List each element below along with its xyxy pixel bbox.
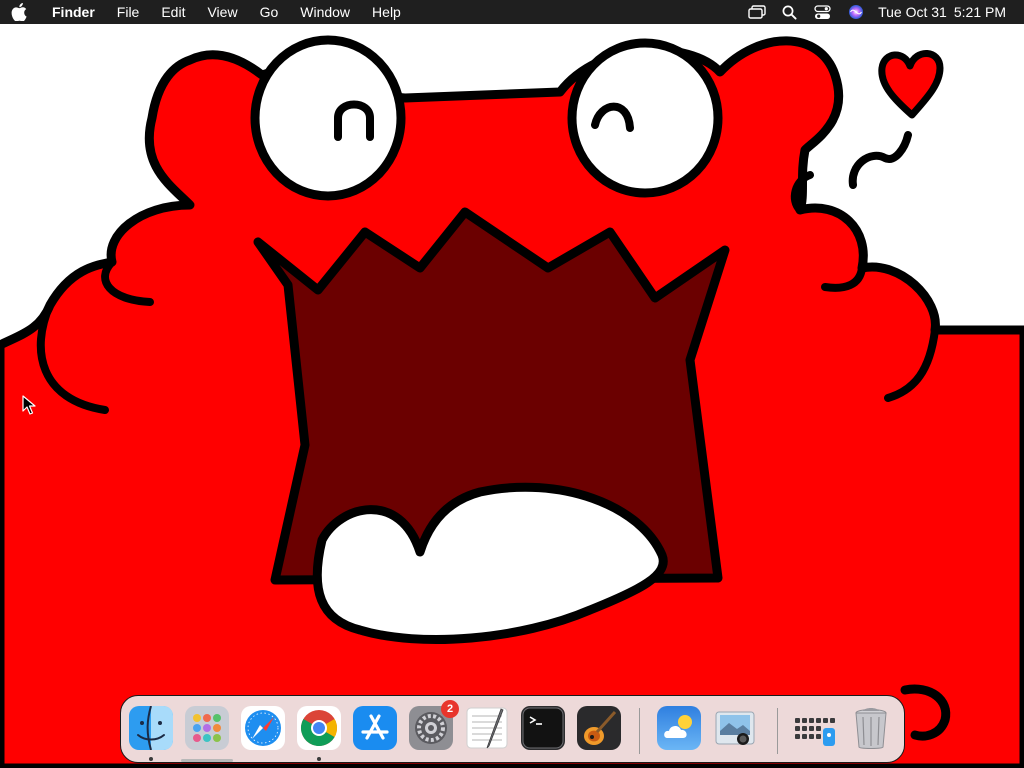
settings-badge: 2	[441, 700, 459, 718]
menu-bar: Finder File Edit View Go Window Help Tue…	[0, 0, 1024, 24]
launchpad-icon[interactable]	[185, 706, 229, 750]
menu-bar-right: Tue Oct 31 5:21 PM	[740, 0, 1024, 24]
chrome-running-indicator	[317, 757, 321, 761]
menu-view[interactable]: View	[196, 0, 248, 24]
menu-file[interactable]: File	[106, 0, 151, 24]
monster-left-eye	[250, 35, 406, 201]
safari-icon[interactable]	[241, 706, 285, 750]
trash-icon[interactable]	[849, 706, 893, 750]
textedit-icon[interactable]	[465, 706, 509, 750]
menu-app-finder[interactable]: Finder	[38, 0, 106, 24]
dock-scroll-indicator	[181, 759, 233, 762]
finder-icon[interactable]	[129, 706, 173, 750]
menu-clock[interactable]: Tue Oct 31 5:21 PM	[878, 4, 1006, 20]
dock: 2	[120, 695, 905, 763]
mouse-pointer-icon	[22, 395, 36, 415]
settings-gear-icon[interactable]: 2	[409, 700, 459, 750]
chrome-icon[interactable]	[297, 706, 341, 750]
menu-help[interactable]: Help	[361, 0, 412, 24]
garageband-guitar-icon[interactable]	[577, 706, 621, 750]
desktop-wallpaper	[0, 24, 1024, 768]
menu-go[interactable]: Go	[249, 0, 290, 24]
clock-time: 5:21 PM	[953, 4, 1006, 20]
terminal-icon[interactable]	[521, 706, 565, 750]
weather-icon[interactable]	[657, 706, 701, 750]
finder-running-indicator	[149, 757, 153, 761]
siri-icon[interactable]	[839, 0, 872, 24]
preview-icon[interactable]	[713, 706, 757, 750]
control-center-icon[interactable]	[806, 0, 839, 24]
menu-bar-left: Finder File Edit View Go Window Help	[0, 0, 412, 24]
search-icon[interactable]	[773, 0, 806, 24]
clock-date: Tue Oct 31	[878, 4, 947, 20]
menu-edit[interactable]: Edit	[150, 0, 196, 24]
menu-window[interactable]: Window	[289, 0, 361, 24]
dock-separator-apps	[639, 708, 640, 754]
app-store-icon[interactable]	[353, 706, 397, 750]
apple-logo-icon[interactable]	[0, 0, 38, 24]
dock-separator-folders	[777, 708, 778, 754]
screen-mirroring-icon[interactable]	[740, 0, 773, 24]
applications-folder-icon[interactable]	[793, 706, 837, 750]
